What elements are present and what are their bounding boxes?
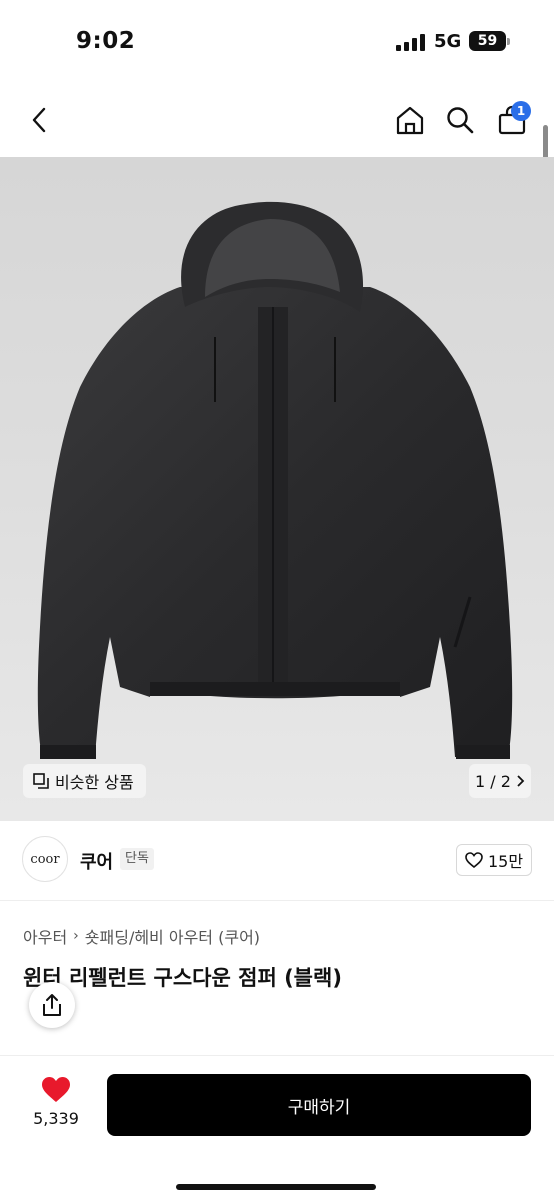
battery-icon: 59: [469, 31, 506, 51]
heart-filled-icon: [42, 1077, 70, 1102]
breadcrumb-subcategory[interactable]: 숏패딩/헤비 아우터 (쿠어): [85, 924, 260, 948]
search-icon: [447, 107, 474, 134]
search-button[interactable]: [440, 100, 480, 140]
jacket-illustration: [37, 201, 513, 759]
home-icon: [396, 106, 424, 135]
cart-count-badge: 1: [511, 101, 531, 121]
nav-bar: [0, 90, 554, 154]
share-icon: [43, 994, 61, 1016]
breadcrumb: 아우터 › 숏패딩/헤비 아우터 (쿠어): [23, 924, 260, 948]
similar-icon: [33, 773, 49, 789]
buy-button[interactable]: 구매하기: [107, 1074, 531, 1136]
similar-products-button[interactable]: 비슷한 상품: [23, 764, 146, 798]
heart-outline-icon: [465, 852, 483, 868]
brand-row: coor 쿠어 단독 15만: [22, 836, 532, 884]
brand-like-button[interactable]: 15만: [456, 844, 532, 876]
network-type: 5G: [434, 31, 462, 52]
page-number: 1 / 2: [475, 771, 511, 791]
signal-icon: [396, 33, 426, 51]
home-button[interactable]: [390, 100, 430, 140]
product-title: 윈터 리펠런트 구스다운 점퍼 (블랙): [23, 966, 342, 990]
chevron-right-icon: ›: [73, 928, 79, 944]
similar-products-label: 비슷한 상품: [55, 773, 134, 792]
status-bar: 9:02 5G 59: [0, 0, 554, 84]
product-image[interactable]: 비슷한 상품 1 / 2: [0, 157, 554, 821]
share-button[interactable]: [29, 982, 75, 1028]
battery-cap: [507, 38, 510, 45]
home-indicator: [176, 1184, 376, 1190]
bottom-action-bar: 5,339 구매하기: [0, 1055, 554, 1200]
exclusive-tag: 단독: [120, 848, 154, 870]
chevron-right-icon: [517, 775, 525, 787]
back-button[interactable]: [20, 100, 60, 140]
brand-logo[interactable]: coor: [22, 836, 68, 882]
image-page-indicator[interactable]: 1 / 2: [469, 764, 531, 798]
wishlist-button[interactable]: 5,339: [24, 1076, 88, 1134]
chevron-left-icon: [32, 107, 46, 133]
wishlist-count: 5,339: [33, 1109, 79, 1128]
divider: [0, 900, 554, 901]
breadcrumb-category[interactable]: 아우터: [23, 924, 67, 948]
brand-name[interactable]: 쿠어: [80, 848, 113, 874]
status-time: 9:02: [76, 28, 136, 54]
brand-like-count: 15만: [487, 852, 524, 871]
